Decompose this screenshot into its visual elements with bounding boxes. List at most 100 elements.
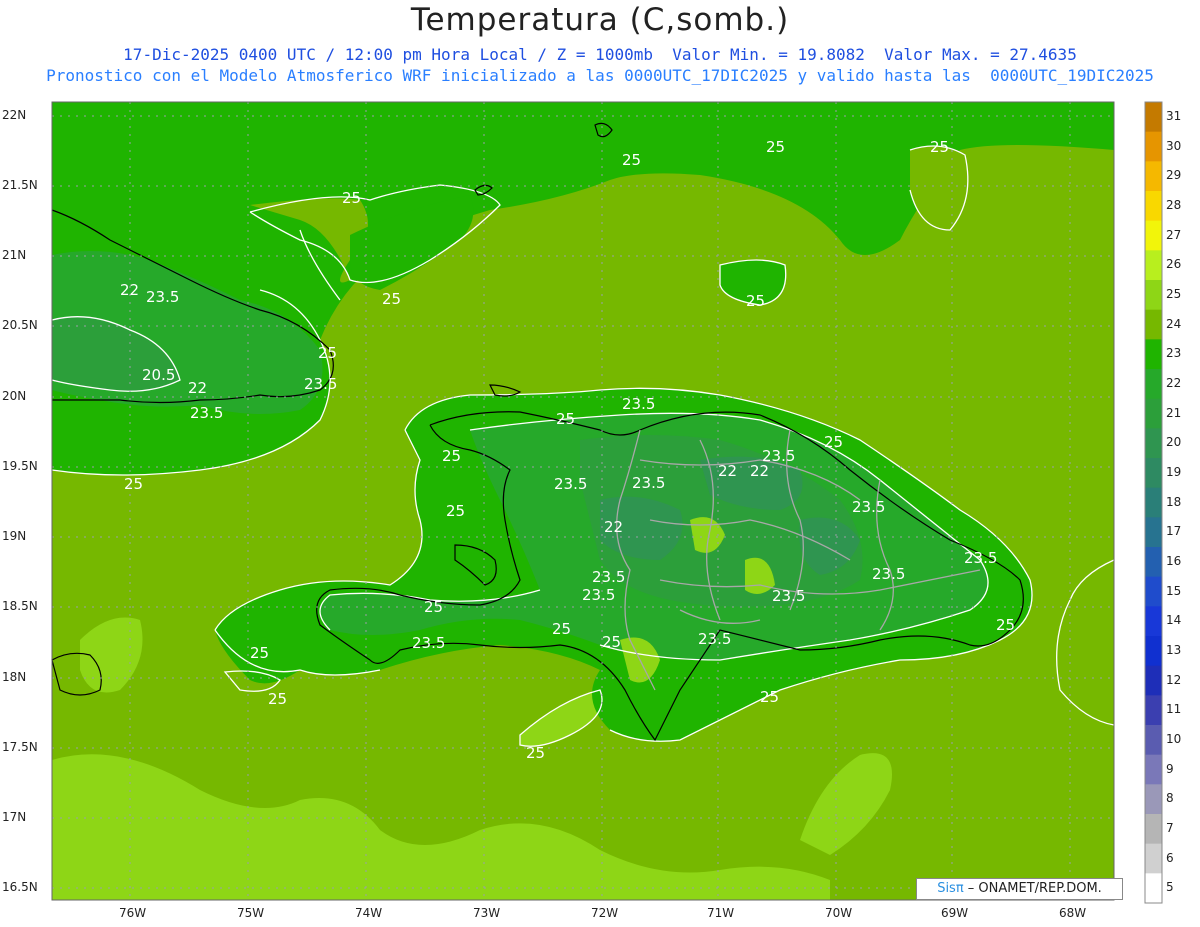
contour-label: 23.5 — [852, 498, 885, 516]
colorbar-level-label: 21 — [1166, 405, 1182, 420]
colorbar-level-label: 12 — [1166, 672, 1182, 687]
colorbar-swatch — [1145, 369, 1162, 400]
lat-label: 16.5N — [2, 880, 38, 894]
colorbar-swatch — [1145, 428, 1162, 459]
colorbar-level-label: 23 — [1166, 346, 1182, 361]
contour-label: 23.5 — [592, 568, 625, 586]
colorbar-level-label: 29 — [1166, 168, 1182, 183]
contour-label: 25 — [424, 598, 443, 616]
lon-label: 74W — [355, 906, 383, 920]
contour-label: 25 — [318, 344, 337, 362]
lon-label: 69W — [941, 906, 969, 920]
colorbar-swatch — [1145, 131, 1162, 162]
contour-label: 23.5 — [146, 288, 179, 306]
contour-label: 23.5 — [772, 587, 805, 605]
contour-label: 23.5 — [412, 634, 445, 652]
lon-label: 71W — [707, 906, 735, 920]
colorbar-swatch — [1145, 843, 1162, 874]
colorbar-swatch — [1145, 873, 1162, 904]
colorbar-level-label: 6 — [1166, 850, 1174, 865]
colorbar — [1145, 102, 1162, 904]
contour-label: 25 — [526, 744, 545, 762]
lat-label: 18N — [2, 670, 27, 684]
contour-label: 25 — [442, 447, 461, 465]
lon-label: 72W — [591, 906, 619, 920]
contour-label: 22 — [120, 281, 139, 299]
credit-text: – ONAMET/REP.DOM. — [963, 881, 1102, 896]
contour-label: 25 — [268, 690, 287, 708]
colorbar-level-label: 28 — [1166, 197, 1182, 212]
colorbar-level-label: 30 — [1166, 138, 1182, 153]
colorbar-swatch — [1145, 309, 1162, 340]
lat-label: 17N — [2, 810, 27, 824]
colorbar-level-label: 10 — [1166, 731, 1182, 746]
colorbar-level-label: 27 — [1166, 227, 1182, 242]
contour-label: 25 — [446, 502, 465, 520]
colorbar-level-label: 20 — [1166, 435, 1182, 450]
contour-label: 25 — [124, 475, 143, 493]
colorbar-level-label: 8 — [1166, 791, 1174, 806]
credit-box: Sisπ – ONAMET/REP.DOM. — [916, 878, 1123, 900]
lat-label: 19.5N — [2, 459, 38, 473]
contour-label: 22 — [188, 379, 207, 397]
colorbar-level-label: 11 — [1166, 702, 1182, 717]
contour-label: 25 — [552, 620, 571, 638]
contour-label: 22 — [750, 462, 769, 480]
contour-label: 23.5 — [632, 474, 665, 492]
colorbar-level-label: 19 — [1166, 464, 1182, 479]
colorbar-level-label: 24 — [1166, 316, 1182, 331]
colorbar-level-label: 13 — [1166, 642, 1182, 657]
lat-label: 20N — [2, 389, 27, 403]
lat-label: 21N — [2, 248, 27, 262]
colorbar-level-label: 25 — [1166, 286, 1182, 301]
colorbar-level-label: 26 — [1166, 257, 1182, 272]
contour-label: 25 — [250, 644, 269, 662]
colorbar-swatch — [1145, 606, 1162, 637]
colorbar-level-label: 5 — [1166, 880, 1174, 895]
contour-label: 25 — [622, 151, 641, 169]
lon-label: 75W — [237, 906, 265, 920]
contour-label: 22 — [604, 518, 623, 536]
contour-label: 25 — [824, 433, 843, 451]
colorbar-swatch — [1145, 517, 1162, 548]
contour-label: 25 — [996, 616, 1015, 634]
contour-label: 25 — [556, 410, 575, 428]
colorbar-level-label: 18 — [1166, 494, 1182, 509]
lon-label: 76W — [119, 906, 147, 920]
contour-label: 25 — [766, 138, 785, 156]
contour-label: 23.5 — [872, 565, 905, 583]
colorbar-swatch — [1145, 487, 1162, 518]
colorbar-level-label: 14 — [1166, 613, 1182, 628]
contour-label: 20.5 — [142, 366, 175, 384]
contour-label: 25 — [602, 633, 621, 651]
colorbar-level-label: 9 — [1166, 761, 1174, 776]
colorbar-swatch — [1145, 754, 1162, 785]
colorbar-swatch — [1145, 250, 1162, 281]
colorbar-level-label: 16 — [1166, 553, 1182, 568]
contour-label: 23.5 — [698, 630, 731, 648]
colorbar-swatch — [1145, 102, 1162, 133]
contour-label: 23.5 — [622, 395, 655, 413]
contour-label: 23.5 — [964, 549, 997, 567]
lat-label: 21.5N — [2, 178, 38, 192]
colorbar-swatch — [1145, 191, 1162, 222]
contour-label: 25 — [342, 189, 361, 207]
lat-label: 22N — [2, 108, 27, 122]
lon-label: 73W — [473, 906, 501, 920]
contour-label: 25 — [382, 290, 401, 308]
contour-label: 23.5 — [190, 404, 223, 422]
colorbar-swatch — [1145, 458, 1162, 489]
colorbar-swatch — [1145, 784, 1162, 815]
colorbar-swatch — [1145, 398, 1162, 429]
lat-label: 19N — [2, 529, 27, 543]
colorbar-swatch — [1145, 161, 1162, 192]
colorbar-swatch — [1145, 547, 1162, 578]
contour-label: 23.5 — [582, 586, 615, 604]
colorbar-swatch — [1145, 725, 1162, 756]
lat-label: 20.5N — [2, 318, 38, 332]
lon-label: 68W — [1059, 906, 1087, 920]
contour-label: 25 — [746, 292, 765, 310]
colorbar-swatch — [1145, 280, 1162, 311]
colorbar-swatch — [1145, 636, 1162, 667]
colorbar-level-label: 15 — [1166, 583, 1182, 598]
